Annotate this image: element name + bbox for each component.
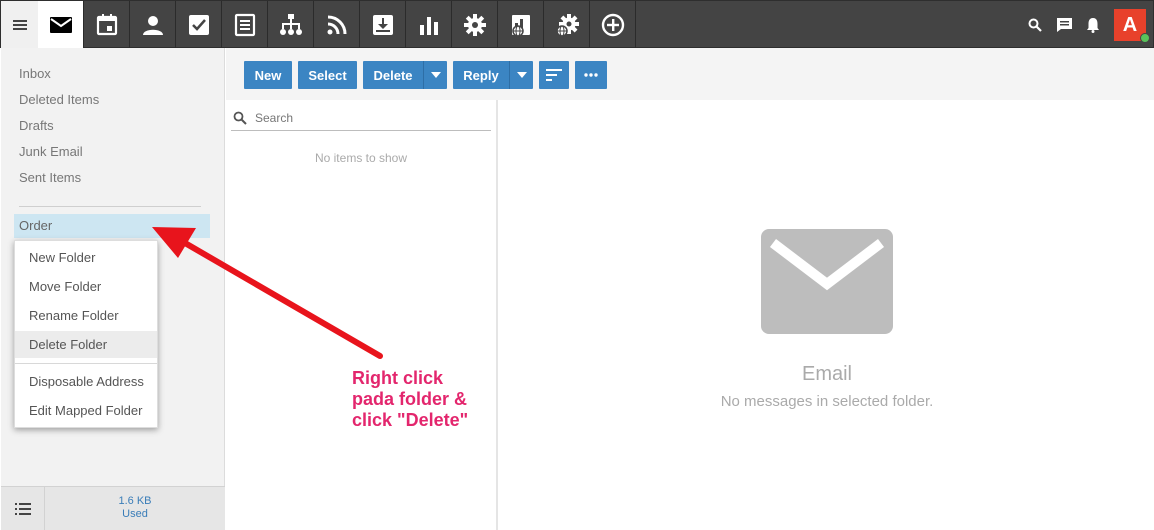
menu-item-edit-mapped-folder[interactable]: Edit Mapped Folder: [15, 397, 157, 424]
folder-sent-items[interactable]: Sent Items: [19, 170, 81, 185]
annotation-line-1: Right click: [352, 368, 444, 388]
plus-circle-icon[interactable]: [590, 1, 636, 48]
notes-icon[interactable]: [222, 1, 268, 48]
select-button[interactable]: Select: [298, 61, 357, 89]
bar-chart-icon[interactable]: [406, 1, 452, 48]
report-globe-icon[interactable]: [498, 1, 544, 48]
menu-item-disposable-address[interactable]: Disposable Address: [15, 368, 157, 395]
reply-dropdown-caret-icon[interactable]: [509, 61, 533, 89]
calendar-icon[interactable]: [84, 1, 130, 48]
message-list-pane: No items to show: [226, 100, 498, 530]
search-input[interactable]: [255, 109, 485, 127]
new-button[interactable]: New: [244, 61, 292, 89]
search-icon: [233, 111, 247, 125]
menu-item-rename-folder[interactable]: Rename Folder: [15, 302, 157, 329]
top-app-bar: A: [0, 0, 1154, 48]
menu-item-new-folder[interactable]: New Folder: [15, 244, 157, 271]
annotation-line-2: pada folder &: [352, 389, 468, 409]
usage-label: Used: [122, 508, 148, 520]
menu-item-move-folder[interactable]: Move Folder: [15, 273, 157, 300]
storage-footer: 1.6 KB Used: [1, 486, 225, 530]
download-tray-icon[interactable]: [360, 1, 406, 48]
annotation-line-3: click "Delete": [352, 410, 469, 430]
search-box: [231, 107, 491, 131]
list-icon[interactable]: [1, 487, 45, 530]
search-icon[interactable]: [1023, 1, 1047, 48]
folder-drafts[interactable]: Drafts: [19, 118, 54, 133]
hamburger-menu-icon[interactable]: [1, 1, 38, 48]
usage-size: 1.6 KB: [118, 495, 152, 507]
folder-inbox[interactable]: Inbox: [19, 66, 51, 81]
more-options-button[interactable]: [575, 61, 607, 89]
sort-button[interactable]: [539, 61, 569, 89]
person-icon[interactable]: [130, 1, 176, 48]
folder-divider: [19, 206, 201, 207]
chat-icon[interactable]: [1051, 1, 1077, 48]
checkbox-icon[interactable]: [176, 1, 222, 48]
empty-reading-subtitle: No messages in selected folder.: [720, 393, 934, 410]
menu-divider: [15, 363, 157, 364]
reading-pane: Email No messages in selected folder.: [500, 100, 1154, 530]
envelope-icon[interactable]: [38, 1, 84, 48]
sort-icon: [546, 69, 562, 81]
empty-list-text: No items to show: [314, 151, 408, 165]
bell-icon[interactable]: [1081, 1, 1105, 48]
empty-reading-title: Email: [801, 363, 852, 385]
annotation-callout: Right click pada folder & click "Delete": [352, 368, 468, 431]
gear-icon[interactable]: [452, 1, 498, 48]
reply-button[interactable]: Reply: [453, 61, 533, 89]
rss-icon[interactable]: [314, 1, 360, 48]
storage-usage: 1.6 KB Used: [45, 487, 225, 530]
ellipsis-icon: [584, 73, 598, 77]
delete-button[interactable]: Delete: [363, 61, 447, 89]
gear-globe-icon[interactable]: [544, 1, 590, 48]
folder-sidebar: Inbox Deleted Items Drafts Junk Email Se…: [1, 48, 225, 530]
menu-item-delete-folder[interactable]: Delete Folder: [15, 331, 157, 358]
sitemap-icon[interactable]: [268, 1, 314, 48]
envelope-icon: [761, 229, 893, 334]
folder-context-menu: New Folder Move Folder Rename Folder Del…: [14, 240, 158, 428]
folder-order-selected[interactable]: Order: [14, 214, 210, 238]
folder-junk-email[interactable]: Junk Email: [19, 144, 83, 159]
folder-deleted-items[interactable]: Deleted Items: [19, 92, 99, 107]
presence-status-indicator: [1140, 33, 1150, 43]
delete-dropdown-caret-icon[interactable]: [423, 61, 447, 89]
